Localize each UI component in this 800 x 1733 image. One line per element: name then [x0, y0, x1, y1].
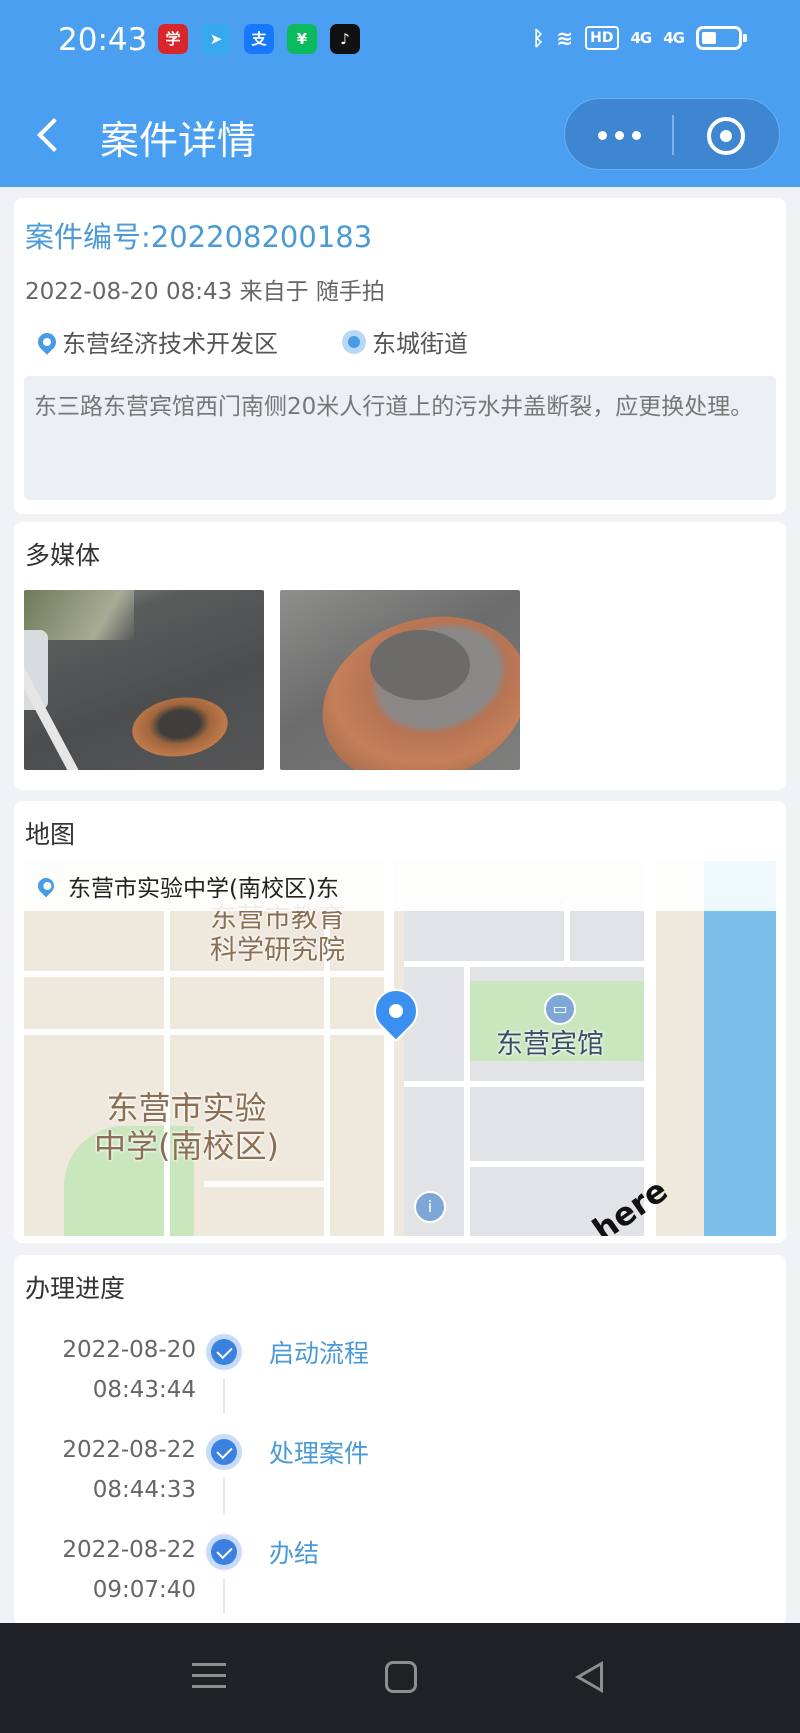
case-description: 东三路东营宾馆西门南侧20米人行道上的污水井盖断裂，应更换处理。: [24, 376, 776, 500]
status-bar: 20:43 学 ➤ 支 ¥ ♪ ᛒ ≋ HD 4G 4G: [0, 0, 800, 82]
progress-section-title: 办理进度: [25, 1274, 126, 1303]
wifi-icon: ≋: [556, 26, 574, 50]
step-datetime: 2022-08-22 08:44:33: [62, 1437, 196, 1503]
street-label: 东城街道: [372, 330, 468, 358]
map-section-title: 地图: [25, 820, 76, 849]
system-back-icon[interactable]: [575, 1661, 603, 1693]
timeline-connector: [223, 1578, 225, 1614]
recent-apps-icon[interactable]: [192, 1661, 226, 1691]
signal-icon-1: 4G: [630, 29, 653, 47]
status-time: 20:43: [58, 22, 148, 58]
target-location-icon: [342, 329, 366, 354]
step-name[interactable]: 处理案件: [269, 1434, 369, 1470]
progress-step: 2022-08-22 09:07:40 办结: [14, 1530, 786, 1620]
hotel-poi-icon[interactable]: ▭: [544, 993, 576, 1025]
map-label-institute: 东营市教育 科学研究院: [210, 903, 345, 966]
douyin-icon: ♪: [330, 24, 360, 54]
map-label-hotel: 东营宾馆: [496, 1029, 604, 1060]
timeline-connector: [223, 1378, 225, 1414]
case-number: 案件编号:202208200183: [25, 220, 373, 254]
map-view[interactable]: 东营市教育 科学研究院 东营市实验 中学(南校区) 东营宾馆 ▭ i here …: [24, 861, 776, 1236]
map-label-school: 东营市实验 中学(南校区): [94, 1089, 279, 1165]
mini-program-capsule: [564, 98, 780, 170]
signal-icon-2: 4G: [663, 29, 685, 47]
check-circle-icon: [206, 1434, 242, 1470]
xuexi-icon: 学: [158, 24, 188, 54]
map-card: 地图 东营市教育 科学研究院 东营市实验 中学(南校区) 东营宾馆 ▭ i he…: [14, 801, 786, 1243]
navigation-bar: 案件详情: [0, 82, 800, 187]
home-icon[interactable]: [385, 1661, 417, 1693]
bluetooth-icon: ᛒ: [532, 26, 545, 50]
check-circle-icon: [206, 1334, 242, 1370]
district-location: 东营经济技术开发区: [34, 324, 278, 359]
case-info-card: 案件编号:202208200183 2022-08-20 08:43 来自于 随…: [14, 198, 786, 514]
system-navigation-bar: [0, 1623, 800, 1733]
hd-icon: HD: [585, 26, 619, 50]
location-pin-icon: [34, 328, 60, 355]
step-datetime: 2022-08-22 09:07:40: [62, 1537, 196, 1603]
check-circle-icon: [206, 1534, 242, 1570]
step-name[interactable]: 办结: [269, 1534, 319, 1570]
timeline-connector: [223, 1478, 225, 1514]
page-title: 案件详情: [100, 119, 257, 164]
map-address-bar: 东营市实验中学(南校区)东: [24, 861, 776, 911]
street-location: 东城街道: [342, 324, 468, 359]
progress-step: 2022-08-20 08:43:44 启动流程: [14, 1330, 786, 1420]
progress-card: 办理进度 2022-08-20 08:43:44 启动流程 2022-08-22…: [14, 1255, 786, 1625]
alipay-icon: 支: [244, 24, 274, 54]
more-dots-icon[interactable]: [595, 125, 645, 145]
progress-step: 2022-08-22 08:44:33 处理案件: [14, 1430, 786, 1520]
broken-manhole-photo-1[interactable]: [24, 590, 264, 770]
close-mini-program-icon[interactable]: [707, 117, 745, 155]
map-address: 东营市实验中学(南校区)东: [68, 876, 339, 902]
media-card: 多媒体: [14, 522, 786, 790]
back-arrow-icon[interactable]: [32, 115, 62, 155]
poi-icon[interactable]: i: [414, 1191, 446, 1223]
media-section-title: 多媒体: [25, 541, 101, 570]
battery-icon: [696, 26, 747, 50]
district-label: 东营经济技术开发区: [62, 330, 278, 358]
step-name[interactable]: 启动流程: [269, 1334, 369, 1370]
broken-manhole-photo-2[interactable]: [280, 590, 520, 770]
telegram-icon: ➤: [201, 24, 231, 54]
wechat-pay-icon: ¥: [287, 24, 317, 54]
header-bar: 20:43 学 ➤ 支 ¥ ♪ ᛒ ≋ HD 4G 4G 案件详情: [0, 0, 800, 187]
status-icons: ᛒ ≋ HD 4G 4G: [532, 26, 747, 50]
capsule-divider: [672, 115, 674, 155]
case-meta: 2022-08-20 08:43 来自于 随手拍: [25, 279, 385, 305]
step-datetime: 2022-08-20 08:43:44: [62, 1337, 196, 1403]
location-pin-icon: [34, 874, 58, 898]
